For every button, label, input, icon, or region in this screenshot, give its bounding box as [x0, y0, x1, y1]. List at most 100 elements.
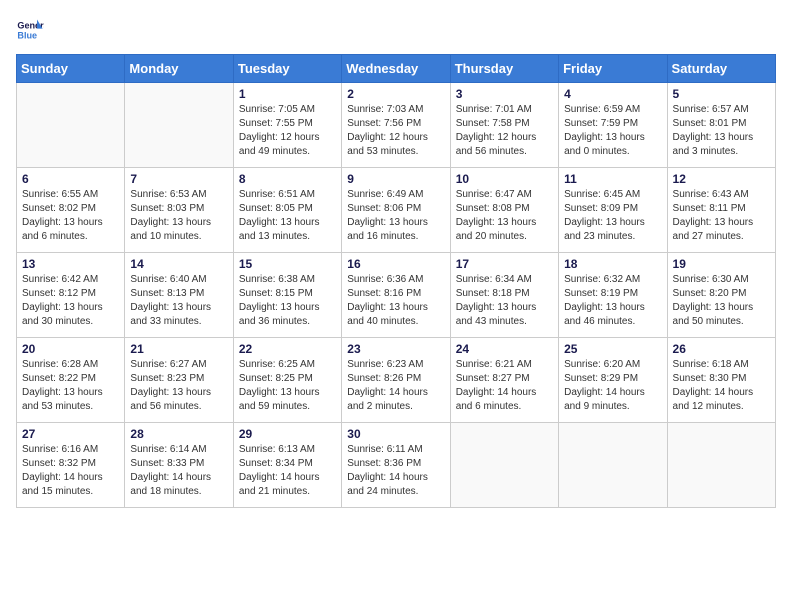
day-cell: 11 Sunrise: 6:45 AM Sunset: 8:09 PM Dayli…: [559, 168, 667, 253]
day-number: 6: [22, 172, 119, 186]
day-cell: 23Sunrise: 6:23 AM Sunset: 8:26 PM Dayli…: [342, 338, 450, 423]
calendar-table: SundayMondayTuesdayWednesdayThursdayFrid…: [16, 54, 776, 508]
day-cell: 17 Sunrise: 6:34 AM Sunset: 8:18 PM Dayli…: [450, 253, 558, 338]
day-cell: 16 Sunrise: 6:36 AM Sunset: 8:16 PM Dayli…: [342, 253, 450, 338]
day-number: 3: [456, 87, 553, 101]
day-info: Sunrise: 6:47 AM Sunset: 8:08 PM Dayligh…: [456, 188, 553, 244]
day-cell: 26 Sunrise: 6:18 AM Sunset: 8:30 PM Dayli…: [667, 338, 775, 423]
weekday-header-wednesday: Wednesday: [342, 55, 450, 83]
day-cell: 28Sunrise: 6:14 AM Sunset: 8:33 PM Dayli…: [125, 423, 233, 508]
day-number: 15: [239, 257, 336, 271]
day-number: 12: [673, 172, 770, 186]
day-info: Sunrise: 6:11 AM Sunset: 8:36 PM Dayligh…: [347, 443, 444, 499]
weekday-header-tuesday: Tuesday: [233, 55, 341, 83]
day-cell: 25 Sunrise: 6:20 AM Sunset: 8:29 PM Dayli…: [559, 338, 667, 423]
day-info: Sunrise: 6:49 AM Sunset: 8:06 PM Dayligh…: [347, 188, 444, 244]
week-row-3: 13 Sunrise: 6:42 AM Sunset: 8:12 PM Dayli…: [17, 253, 776, 338]
day-cell: 10 Sunrise: 6:47 AM Sunset: 8:08 PM Dayli…: [450, 168, 558, 253]
week-row-4: 20 Sunrise: 6:28 AM Sunset: 8:22 PM Dayli…: [17, 338, 776, 423]
day-number: 22: [239, 342, 336, 356]
day-info: Sunrise: 6:59 AM Sunset: 7:59 PM Dayligh…: [564, 103, 661, 159]
weekday-header-thursday: Thursday: [450, 55, 558, 83]
day-number: 16: [347, 257, 444, 271]
svg-text:Blue: Blue: [17, 30, 37, 40]
week-row-5: 27 Sunrise: 6:16 AM Sunset: 8:32 PM Dayli…: [17, 423, 776, 508]
day-cell: 29 Sunrise: 6:13 AM Sunset: 8:34 PM Dayli…: [233, 423, 341, 508]
day-number: 26: [673, 342, 770, 356]
day-info: Sunrise: 7:05 AM Sunset: 7:55 PM Dayligh…: [239, 103, 336, 159]
day-number: 27: [22, 427, 119, 441]
day-number: 13: [22, 257, 119, 271]
day-info: Sunrise: 6:18 AM Sunset: 8:30 PM Dayligh…: [673, 358, 770, 414]
day-number: 8: [239, 172, 336, 186]
day-info: Sunrise: 6:43 AM Sunset: 8:11 PM Dayligh…: [673, 188, 770, 244]
day-cell: 18 Sunrise: 6:32 AM Sunset: 8:19 PM Dayli…: [559, 253, 667, 338]
day-number: 29: [239, 427, 336, 441]
weekday-header-saturday: Saturday: [667, 55, 775, 83]
day-number: 2: [347, 87, 444, 101]
day-info: Sunrise: 6:38 AM Sunset: 8:15 PM Dayligh…: [239, 273, 336, 329]
day-cell: 1 Sunrise: 7:05 AM Sunset: 7:55 PM Daylig…: [233, 83, 341, 168]
day-number: 5: [673, 87, 770, 101]
day-cell: [17, 83, 125, 168]
day-info: Sunrise: 6:42 AM Sunset: 8:12 PM Dayligh…: [22, 273, 119, 329]
day-number: 17: [456, 257, 553, 271]
day-cell: 9 Sunrise: 6:49 AM Sunset: 8:06 PM Daylig…: [342, 168, 450, 253]
day-number: 18: [564, 257, 661, 271]
day-info: Sunrise: 6:30 AM Sunset: 8:20 PM Dayligh…: [673, 273, 770, 329]
day-cell: 3Sunrise: 7:01 AM Sunset: 7:58 PM Daylig…: [450, 83, 558, 168]
day-number: 11: [564, 172, 661, 186]
day-info: Sunrise: 6:13 AM Sunset: 8:34 PM Dayligh…: [239, 443, 336, 499]
day-cell: 19 Sunrise: 6:30 AM Sunset: 8:20 PM Dayli…: [667, 253, 775, 338]
day-cell: 2 Sunrise: 7:03 AM Sunset: 7:56 PM Daylig…: [342, 83, 450, 168]
day-info: Sunrise: 6:34 AM Sunset: 8:18 PM Dayligh…: [456, 273, 553, 329]
day-info: Sunrise: 6:45 AM Sunset: 8:09 PM Dayligh…: [564, 188, 661, 244]
day-number: 30: [347, 427, 444, 441]
day-number: 28: [130, 427, 227, 441]
day-cell: 8Sunrise: 6:51 AM Sunset: 8:05 PM Daylig…: [233, 168, 341, 253]
weekday-header-friday: Friday: [559, 55, 667, 83]
day-cell: 5 Sunrise: 6:57 AM Sunset: 8:01 PM Daylig…: [667, 83, 775, 168]
logo-icon: General Blue: [16, 16, 44, 44]
logo: General Blue: [16, 16, 48, 44]
day-number: 4: [564, 87, 661, 101]
day-cell: [667, 423, 775, 508]
day-cell: [450, 423, 558, 508]
day-cell: 13 Sunrise: 6:42 AM Sunset: 8:12 PM Dayli…: [17, 253, 125, 338]
day-cell: 14Sunrise: 6:40 AM Sunset: 8:13 PM Dayli…: [125, 253, 233, 338]
day-info: Sunrise: 7:03 AM Sunset: 7:56 PM Dayligh…: [347, 103, 444, 159]
day-info: Sunrise: 6:36 AM Sunset: 8:16 PM Dayligh…: [347, 273, 444, 329]
day-number: 21: [130, 342, 227, 356]
day-cell: 12 Sunrise: 6:43 AM Sunset: 8:11 PM Dayli…: [667, 168, 775, 253]
day-number: 20: [22, 342, 119, 356]
day-info: Sunrise: 6:55 AM Sunset: 8:02 PM Dayligh…: [22, 188, 119, 244]
day-info: Sunrise: 6:53 AM Sunset: 8:03 PM Dayligh…: [130, 188, 227, 244]
day-info: Sunrise: 6:20 AM Sunset: 8:29 PM Dayligh…: [564, 358, 661, 414]
day-number: 25: [564, 342, 661, 356]
day-info: Sunrise: 6:28 AM Sunset: 8:22 PM Dayligh…: [22, 358, 119, 414]
day-cell: 20 Sunrise: 6:28 AM Sunset: 8:22 PM Dayli…: [17, 338, 125, 423]
day-cell: 27 Sunrise: 6:16 AM Sunset: 8:32 PM Dayli…: [17, 423, 125, 508]
day-cell: 24Sunrise: 6:21 AM Sunset: 8:27 PM Dayli…: [450, 338, 558, 423]
day-cell: 6 Sunrise: 6:55 AM Sunset: 8:02 PM Daylig…: [17, 168, 125, 253]
weekday-header-monday: Monday: [125, 55, 233, 83]
day-info: Sunrise: 6:40 AM Sunset: 8:13 PM Dayligh…: [130, 273, 227, 329]
day-cell: 4 Sunrise: 6:59 AM Sunset: 7:59 PM Daylig…: [559, 83, 667, 168]
day-cell: [559, 423, 667, 508]
day-info: Sunrise: 6:57 AM Sunset: 8:01 PM Dayligh…: [673, 103, 770, 159]
week-row-2: 6 Sunrise: 6:55 AM Sunset: 8:02 PM Daylig…: [17, 168, 776, 253]
day-number: 9: [347, 172, 444, 186]
day-number: 1: [239, 87, 336, 101]
weekday-header-row: SundayMondayTuesdayWednesdayThursdayFrid…: [17, 55, 776, 83]
day-number: 19: [673, 257, 770, 271]
day-info: Sunrise: 6:27 AM Sunset: 8:23 PM Dayligh…: [130, 358, 227, 414]
day-number: 10: [456, 172, 553, 186]
day-cell: 15 Sunrise: 6:38 AM Sunset: 8:15 PM Dayli…: [233, 253, 341, 338]
day-info: Sunrise: 6:32 AM Sunset: 8:19 PM Dayligh…: [564, 273, 661, 329]
day-cell: 30 Sunrise: 6:11 AM Sunset: 8:36 PM Dayli…: [342, 423, 450, 508]
day-number: 23: [347, 342, 444, 356]
day-cell: [125, 83, 233, 168]
weekday-header-sunday: Sunday: [17, 55, 125, 83]
page-header: General Blue: [16, 16, 776, 44]
day-info: Sunrise: 6:16 AM Sunset: 8:32 PM Dayligh…: [22, 443, 119, 499]
